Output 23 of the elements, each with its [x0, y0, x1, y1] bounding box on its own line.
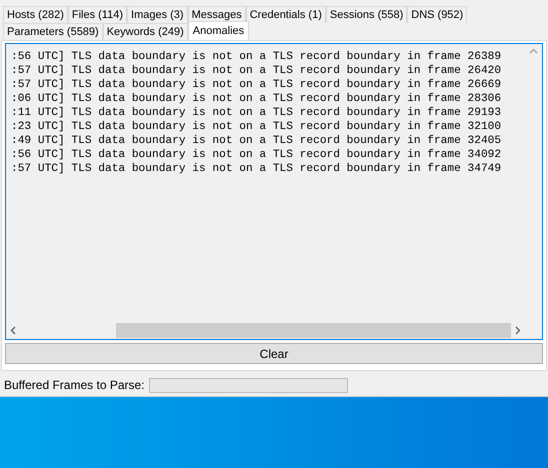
tab[interactable]: Files (114)	[68, 6, 128, 23]
log-line: :56 UTC] TLS data boundary is not on a TLS record boundary in frame 34092	[10, 148, 502, 162]
log-line: :57 UTC] TLS data boundary is not on a TLS record boundary in frame 26669	[10, 78, 502, 92]
tab[interactable]: Credentials (1)	[246, 6, 326, 23]
tab[interactable]: Anomalies	[188, 21, 250, 40]
log-line: :06 UTC] TLS data boundary is not on a TLS record boundary in frame 28306	[10, 92, 502, 106]
tab[interactable]: Parameters (5589)	[3, 23, 103, 40]
tab[interactable]: DNS (952)	[407, 6, 468, 23]
tab[interactable]: Keywords (249)	[102, 23, 188, 40]
tab[interactable]: Sessions (558)	[326, 6, 408, 23]
log-line: :57 UTC] TLS data boundary is not on a TLS record boundary in frame 34749	[10, 162, 502, 176]
log-line: :56 UTC] TLS data boundary is not on a TLS record boundary in frame 26389	[10, 50, 502, 64]
log-line: :57 UTC] TLS data boundary is not on a TLS record boundary in frame 26420	[10, 64, 502, 78]
log-line: :11 UTC] TLS data boundary is not on a TLS record boundary in frame 29193	[10, 106, 502, 120]
tab[interactable]: Images (3)	[127, 6, 188, 23]
scroll-left-icon[interactable]	[10, 326, 16, 336]
clear-button[interactable]: Clear	[5, 343, 543, 364]
scrollbar-thumb[interactable]	[116, 323, 511, 338]
log-line: :23 UTC] TLS data boundary is not on a TLS record boundary in frame 32100	[10, 120, 502, 134]
tab[interactable]: Hosts (282)	[3, 6, 68, 23]
scroll-right-icon[interactable]	[515, 326, 521, 336]
status-label: Buffered Frames to Parse:	[4, 377, 145, 394]
log-line: :49 UTC] TLS data boundary is not on a TLS record boundary in frame 32405	[10, 134, 502, 148]
